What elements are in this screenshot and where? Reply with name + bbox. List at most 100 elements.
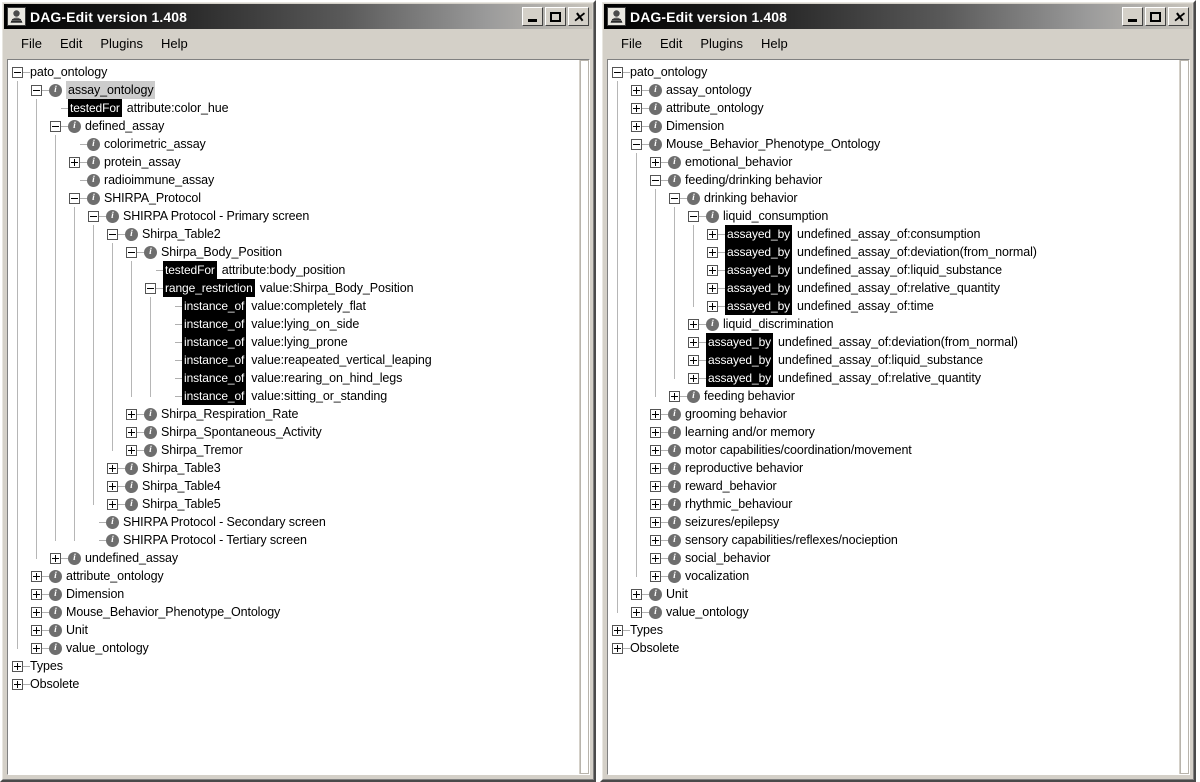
- tree-row[interactable]: i learning and/or memory: [608, 423, 1179, 441]
- tree-row[interactable]: i liquid_consumption: [608, 207, 1179, 225]
- menu-edit[interactable]: Edit: [651, 34, 691, 53]
- tree-row[interactable]: i rhythmic_behaviour: [608, 495, 1179, 513]
- tree-row[interactable]: i Mouse_Behavior_Phenotype_Ontology: [608, 135, 1179, 153]
- tree-row[interactable]: i defined_assay: [8, 117, 579, 135]
- tree-row[interactable]: assayed_by undefined_assay_of:relative_qu…: [608, 279, 1179, 297]
- menu-file[interactable]: File: [612, 34, 651, 53]
- tree-row[interactable]: i sensory capabilities/reflexes/nocieptio…: [608, 531, 1179, 549]
- collapse-icon[interactable]: [650, 174, 661, 186]
- tree-row[interactable]: Types: [608, 621, 1179, 639]
- tree-row[interactable]: Obsolete: [608, 639, 1179, 657]
- tree-row[interactable]: i protein_assay: [8, 153, 579, 171]
- minimize-button[interactable]: [1122, 7, 1143, 26]
- tree-row[interactable]: pato_ontology: [8, 63, 579, 81]
- expand-icon[interactable]: [650, 156, 661, 168]
- tree-row[interactable]: i drinking behavior: [608, 189, 1179, 207]
- tree-row[interactable]: testedFor attribute:body_position: [8, 261, 579, 279]
- tree-row[interactable]: i value_ontology: [608, 603, 1179, 621]
- tree-row[interactable]: range_restriction value:Shirpa_Body_Posit…: [8, 279, 579, 297]
- menu-plugins[interactable]: Plugins: [691, 34, 752, 53]
- expand-icon[interactable]: [631, 588, 642, 600]
- tree-row[interactable]: i social_behavior: [608, 549, 1179, 567]
- tree-row[interactable]: i SHIRPA Protocol - Primary screen: [8, 207, 579, 225]
- tree-row[interactable]: i feeding behavior: [608, 387, 1179, 405]
- expand-icon[interactable]: [631, 84, 642, 96]
- expand-icon[interactable]: [31, 588, 42, 600]
- tree-row[interactable]: assayed_by undefined_assay_of:liquid_subs…: [608, 261, 1179, 279]
- expand-icon[interactable]: [126, 426, 137, 438]
- expand-icon[interactable]: [31, 642, 42, 654]
- expand-icon[interactable]: [650, 426, 661, 438]
- tree-row[interactable]: instance_of value:completely_flat: [8, 297, 579, 315]
- tree-row[interactable]: assayed_by undefined_assay_of:deviation(f…: [608, 243, 1179, 261]
- tree-row[interactable]: instance_of value:rearing_on_hind_legs: [8, 369, 579, 387]
- expand-icon[interactable]: [126, 408, 137, 420]
- tree-row[interactable]: i SHIRPA Protocol - Tertiary screen: [8, 531, 579, 549]
- expand-icon[interactable]: [707, 300, 718, 312]
- tree-scrollbar-left[interactable]: [579, 60, 589, 774]
- tree-row[interactable]: testedFor attribute:color_hue: [8, 99, 579, 117]
- menu-edit[interactable]: Edit: [51, 34, 91, 53]
- expand-icon[interactable]: [707, 264, 718, 276]
- expand-icon[interactable]: [31, 570, 42, 582]
- tree-row[interactable]: i Shirpa_Table5: [8, 495, 579, 513]
- tree-row[interactable]: i seizures/epilepsy: [608, 513, 1179, 531]
- scrollbar-thumb[interactable]: [580, 60, 589, 774]
- collapse-icon[interactable]: [631, 138, 642, 150]
- tree-row[interactable]: i Shirpa_Spontaneous_Activity: [8, 423, 579, 441]
- tree-row[interactable]: assayed_by undefined_assay_of:relative_qu…: [608, 369, 1179, 387]
- tree-row[interactable]: Types: [8, 657, 579, 675]
- expand-icon[interactable]: [631, 102, 642, 114]
- expand-icon[interactable]: [12, 678, 23, 690]
- collapse-icon[interactable]: [126, 246, 137, 258]
- tree-row[interactable]: i Shirpa_Table3: [8, 459, 579, 477]
- tree-row[interactable]: i Dimension: [8, 585, 579, 603]
- collapse-icon[interactable]: [688, 210, 699, 222]
- collapse-icon[interactable]: [31, 84, 42, 96]
- tree-row[interactable]: Obsolete: [8, 675, 579, 693]
- titlebar-right[interactable]: DAG-Edit version 1.408 ✕: [604, 4, 1192, 29]
- tree-row[interactable]: assayed_by undefined_assay_of:consumption: [608, 225, 1179, 243]
- tree-row[interactable]: instance_of value:lying_prone: [8, 333, 579, 351]
- collapse-icon[interactable]: [12, 66, 23, 78]
- collapse-icon[interactable]: [107, 228, 118, 240]
- tree-row[interactable]: i reward_behavior: [608, 477, 1179, 495]
- tree-row[interactable]: i radioimmune_assay: [8, 171, 579, 189]
- maximize-button[interactable]: [545, 7, 566, 26]
- tree-row[interactable]: i Shirpa_Tremor: [8, 441, 579, 459]
- tree-row[interactable]: i Unit: [608, 585, 1179, 603]
- expand-icon[interactable]: [650, 552, 661, 564]
- expand-icon[interactable]: [31, 606, 42, 618]
- expand-icon[interactable]: [50, 552, 61, 564]
- titlebar-left[interactable]: DAG-Edit version 1.408 ✕: [4, 4, 592, 29]
- tree-row[interactable]: assayed_by undefined_assay_of:deviation(f…: [608, 333, 1179, 351]
- expand-icon[interactable]: [650, 408, 661, 420]
- expand-icon[interactable]: [669, 390, 680, 402]
- tree-row[interactable]: i attribute_ontology: [608, 99, 1179, 117]
- menu-help[interactable]: Help: [152, 34, 197, 53]
- expand-icon[interactable]: [707, 282, 718, 294]
- tree-row[interactable]: i Shirpa_Table2: [8, 225, 579, 243]
- tree-row[interactable]: i liquid_discrimination: [608, 315, 1179, 333]
- collapse-icon[interactable]: [88, 210, 99, 222]
- tree-row[interactable]: instance_of value:reapeated_vertical_leap…: [8, 351, 579, 369]
- expand-icon[interactable]: [69, 156, 80, 168]
- tree-row[interactable]: i undefined_assay: [8, 549, 579, 567]
- expand-icon[interactable]: [707, 246, 718, 258]
- expand-icon[interactable]: [31, 624, 42, 636]
- expand-icon[interactable]: [688, 318, 699, 330]
- expand-icon[interactable]: [126, 444, 137, 456]
- expand-icon[interactable]: [650, 462, 661, 474]
- tree-row[interactable]: i assay_ontology: [8, 81, 579, 99]
- menu-help[interactable]: Help: [752, 34, 797, 53]
- tree-row[interactable]: i vocalization: [608, 567, 1179, 585]
- tree-row[interactable]: i Unit: [8, 621, 579, 639]
- collapse-icon[interactable]: [669, 192, 680, 204]
- close-button[interactable]: ✕: [568, 7, 589, 26]
- tree-row[interactable]: i assay_ontology: [608, 81, 1179, 99]
- tree-row[interactable]: i Dimension: [608, 117, 1179, 135]
- tree-row[interactable]: i attribute_ontology: [8, 567, 579, 585]
- tree-row[interactable]: i motor capabilities/coordination/movemen…: [608, 441, 1179, 459]
- tree-row[interactable]: assayed_by undefined_assay_of:time: [608, 297, 1179, 315]
- minimize-button[interactable]: [522, 7, 543, 26]
